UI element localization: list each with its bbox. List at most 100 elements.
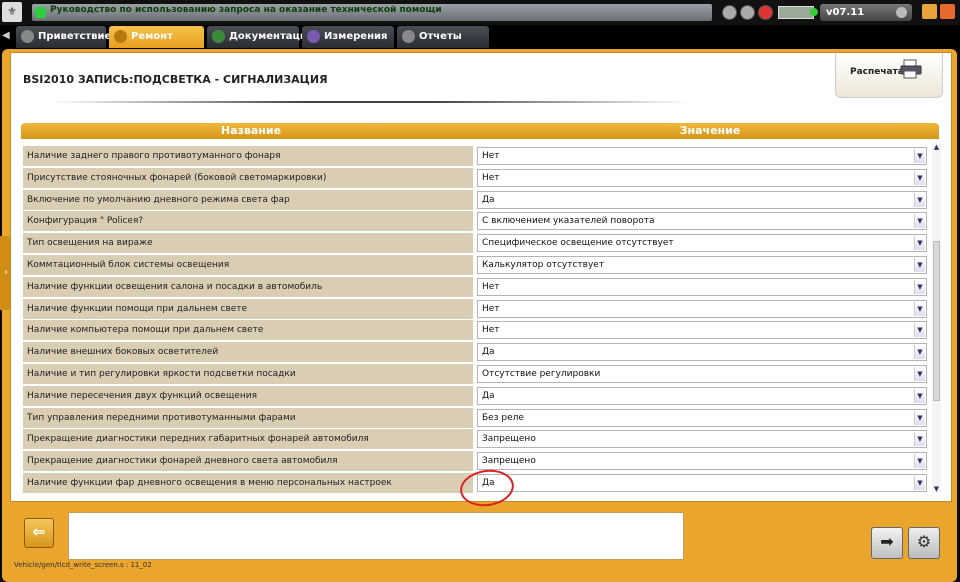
parameter-value: С включением указателей поворота — [482, 216, 655, 227]
parameter-name: Наличие и тип регулировки яркости подсве… — [23, 364, 473, 384]
parameter-value-select[interactable]: Да ▼ — [477, 190, 927, 209]
parameter-name: Тип освещения на вираже — [23, 233, 473, 254]
chevron-down-icon[interactable]: ▼ — [914, 476, 925, 490]
parameter-name: Наличие функции помощи при дальнем свете — [23, 298, 473, 319]
parameter-name: Включение по умолчанию дневного режима с… — [23, 189, 473, 210]
table-row: Тип управления передними противотуманным… — [21, 407, 931, 428]
back-button[interactable]: ⇐ — [24, 518, 54, 548]
parameter-value-select[interactable]: Да ▼ — [477, 386, 927, 405]
column-name-header: Название — [220, 124, 282, 137]
scroll-down-icon[interactable]: ▼ — [932, 485, 941, 493]
parameter-name: Наличие пересечения двух функций освещен… — [23, 385, 473, 406]
chevron-down-icon[interactable]: ▼ — [914, 192, 925, 207]
status-dot-icon — [35, 7, 46, 18]
parameter-value-select[interactable]: Специфическое освещение отсутствует ▼ — [477, 234, 927, 253]
parameter-value: Нет — [482, 281, 500, 292]
parameter-value-select[interactable]: Да ▼ — [477, 343, 927, 362]
parameter-name: Наличие заднего правого противотуманного… — [23, 146, 473, 166]
collapse-icon[interactable]: ◀ — [2, 30, 14, 42]
connection-icon[interactable] — [722, 5, 737, 20]
title-divider — [51, 101, 691, 103]
tab-label: Приветствие — [38, 31, 112, 42]
book-icon — [212, 30, 225, 43]
content-panel: BSI2010 ЗАПИСЬ:ПОДСВЕТКА - СИГНАЛИЗАЦИЯ … — [10, 52, 952, 502]
next-button[interactable]: ➡ — [871, 527, 903, 559]
parameter-value-select[interactable]: Нет ▼ — [477, 277, 927, 296]
chevron-down-icon[interactable]: ▼ — [914, 149, 925, 163]
lock-icon[interactable] — [740, 5, 755, 20]
chevron-down-icon[interactable]: ▼ — [914, 323, 925, 338]
parameter-value: Нет — [482, 303, 500, 314]
chevron-down-icon[interactable]: ▼ — [914, 388, 925, 403]
column-value-header: Значение — [679, 124, 741, 137]
table-row: Наличие внешних боковых осветителей Да ▼ — [21, 342, 931, 363]
chevron-down-icon[interactable]: ▼ — [914, 410, 925, 425]
parameter-value-select[interactable]: Запрещено ▼ — [477, 430, 927, 449]
report-icon — [402, 30, 415, 43]
parameter-value-select[interactable]: Нет ▼ — [477, 321, 927, 340]
message-area — [68, 512, 684, 560]
parameter-table: Наличие заднего правого противотуманного… — [21, 139, 931, 495]
chevron-down-icon[interactable]: ▼ — [914, 214, 925, 229]
parameter-name: Наличие функции фар дневного освещения в… — [23, 473, 473, 493]
print-button[interactable]: Распечатать — [835, 53, 943, 98]
version-selector[interactable]: v07.11 — [820, 4, 912, 21]
chevron-down-icon[interactable]: ▼ — [914, 236, 925, 251]
parameter-name: Прекращение диагностики передних габарит… — [23, 429, 473, 450]
parameter-value-select[interactable]: Калькулятор отсутствует ▼ — [477, 256, 927, 274]
parameter-name: Прекращение диагностики фонарей дневного… — [23, 451, 473, 472]
welcome-icon — [21, 30, 34, 43]
tab-welcome[interactable]: Приветствие — [16, 26, 111, 48]
table-row: Коммтационный блок системы освещения Каль… — [21, 255, 931, 275]
close-button[interactable] — [940, 4, 955, 19]
help-banner[interactable]: Руководство по использованию запроса на … — [32, 4, 712, 21]
parameter-value: Нет — [482, 172, 500, 183]
parameter-value-select[interactable]: Без реле ▼ — [477, 408, 927, 427]
tab-label: Ремонт — [131, 31, 173, 42]
table-scrollbar[interactable]: ▲ ▼ — [932, 143, 941, 493]
parameter-name: Присутствие стояночных фонарей (боковой … — [23, 167, 473, 188]
minimize-button[interactable] — [922, 4, 937, 19]
table-row: Наличие заднего правого противотуманного… — [21, 146, 931, 166]
chevron-down-icon[interactable]: ▼ — [914, 367, 925, 381]
chevron-down-icon[interactable]: ▼ — [914, 345, 925, 360]
parameter-value-select[interactable]: Запрещено ▼ — [477, 452, 927, 471]
table-row: Тип освещения на вираже Специфическое осв… — [21, 233, 931, 254]
help-banner-text: Руководство по использованию запроса на … — [50, 5, 442, 15]
parameter-value-select[interactable]: Да ▼ — [477, 474, 927, 492]
table-row: Наличие и тип регулировки яркости подсве… — [21, 364, 931, 384]
parameter-value-select[interactable]: Нет ▼ — [477, 168, 927, 187]
parameter-value: Да — [482, 194, 495, 205]
tab-reports[interactable]: Отчеты — [397, 26, 489, 48]
scrollbar-thumb[interactable] — [933, 241, 940, 401]
chevron-down-icon[interactable]: ▼ — [914, 454, 925, 469]
parameter-value: Нет — [482, 151, 500, 161]
chevron-down-icon[interactable]: ▼ — [914, 301, 925, 316]
parameter-value-select[interactable]: Нет ▼ — [477, 147, 927, 165]
version-label: v07.11 — [826, 7, 865, 18]
chevron-down-icon[interactable]: ▼ — [914, 279, 925, 294]
parameter-value: Да — [482, 390, 495, 401]
table-row: Наличие функции помощи при дальнем свете… — [21, 298, 931, 319]
chevron-down-icon[interactable]: ▼ — [914, 170, 925, 185]
alert-icon[interactable] — [758, 5, 773, 20]
parameter-value: Запрещено — [482, 434, 536, 445]
version-knob-icon[interactable] — [896, 7, 907, 18]
tab-repair[interactable]: Ремонт — [109, 26, 204, 48]
chevron-down-icon[interactable]: ▼ — [914, 258, 925, 272]
scroll-up-icon[interactable]: ▲ — [932, 143, 941, 151]
parameter-value-select[interactable]: Отсутствие регулировки ▼ — [477, 365, 927, 383]
parameter-value-select[interactable]: С включением указателей поворота ▼ — [477, 212, 927, 231]
tab-measurements[interactable]: Измерения — [302, 26, 394, 48]
settings-button[interactable]: ⚙ — [908, 527, 940, 559]
parameter-name: Наличие внешних боковых осветителей — [23, 342, 473, 363]
parameter-value-select[interactable]: Нет ▼ — [477, 299, 927, 318]
tab-documentation[interactable]: Документация — [207, 26, 313, 48]
parameter-value: Нет — [482, 325, 500, 336]
table-row: Присутствие стояночных фонарей (боковой … — [21, 167, 931, 188]
chevron-down-icon[interactable]: ▼ — [914, 432, 925, 447]
battery-icon — [778, 6, 818, 19]
parameter-value: Без реле — [482, 412, 524, 423]
parameter-name: Тип управления передними противотуманным… — [23, 407, 473, 428]
parameter-value: Запрещено — [482, 456, 536, 467]
